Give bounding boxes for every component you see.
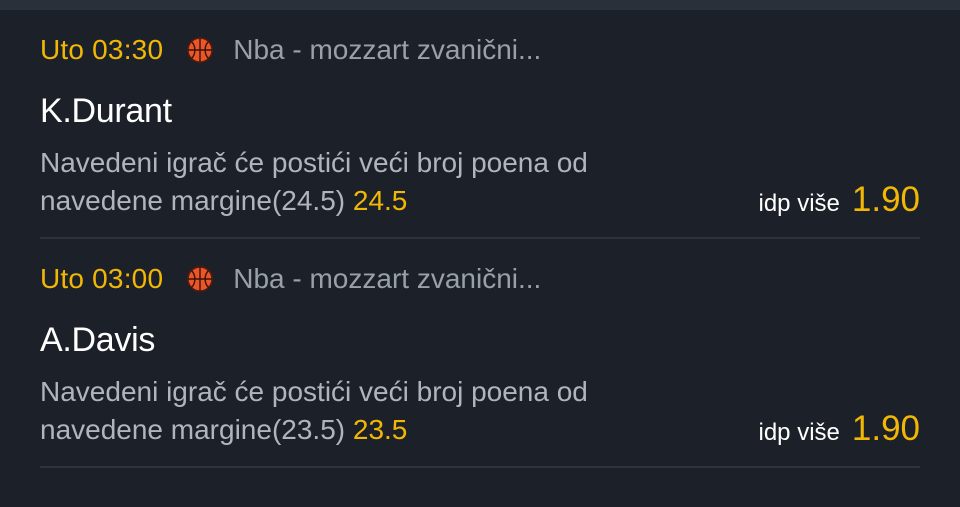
odds-value: 1.90 [851, 409, 920, 448]
description-line: Navedeni igrač će postići veći broj poen… [40, 376, 588, 407]
odds-label: idp više [758, 419, 840, 446]
odds-label: idp više [758, 190, 840, 217]
match-time: Uto 03:30 [40, 34, 164, 65]
basketball-icon [187, 266, 213, 292]
bet-meta: Uto 03:00 Nba - mozzart zvanični... [40, 261, 541, 297]
match-time: Uto 03:00 [40, 263, 164, 294]
odds-button[interactable]: idp više 1.90 [759, 180, 921, 220]
bet-list: Uto 03:30 Nba - mozzart zvanični... K.Du… [0, 10, 960, 507]
league-name: Nba - mozzart zvanični... [233, 263, 542, 294]
description-text: navedene margine(23.5) [40, 414, 346, 445]
bet-description: Navedeni igrač će postići veći broj poen… [40, 144, 740, 220]
basketball-icon [187, 37, 213, 63]
bet-item[interactable]: Uto 03:30 Nba - mozzart zvanični... K.Du… [40, 10, 920, 239]
bet-meta: Uto 03:30 Nba - mozzart zvanični... [40, 32, 541, 68]
margin-value: 23.5 [352, 414, 408, 445]
bet-description: Navedeni igrač će postići veći broj poen… [40, 373, 740, 449]
odds-button[interactable]: idp više 1.90 [759, 409, 921, 449]
player-name: K.Durant [40, 92, 172, 130]
description-text: navedene margine(24.5) [40, 185, 346, 216]
league-name: Nba - mozzart zvanični... [233, 34, 542, 65]
odds-value: 1.90 [851, 180, 920, 219]
description-line-2: navedene margine(23.5) 23.5 [40, 411, 740, 449]
description-line: Navedeni igrač će postići veći broj poen… [40, 147, 588, 178]
description-line-2: navedene margine(24.5) 24.5 [40, 182, 740, 220]
player-name: A.Davis [40, 321, 156, 359]
margin-value: 24.5 [352, 185, 408, 216]
bet-item[interactable]: Uto 03:00 Nba - mozzart zvanični... A.Da… [40, 239, 920, 468]
top-divider-strip [0, 0, 960, 10]
